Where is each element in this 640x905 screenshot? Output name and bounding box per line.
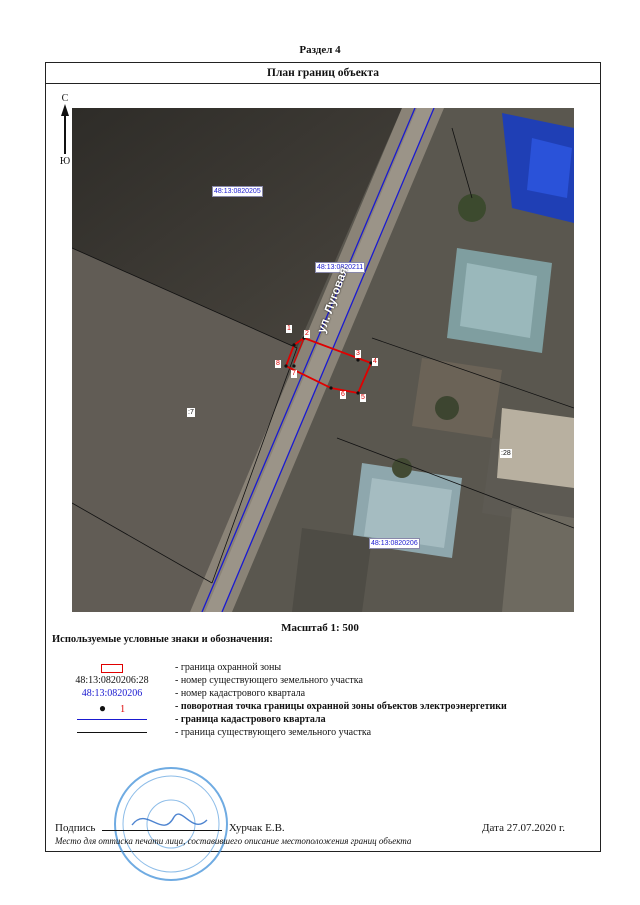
legend-item: 48:13:0820206:28 - номер существующего з…	[75, 675, 363, 686]
point-label: 2	[304, 330, 310, 338]
south-label: Ю	[59, 156, 71, 167]
north-label: С	[61, 93, 69, 104]
north-arrow: С Ю	[58, 94, 72, 172]
quarter-label: 48:13:0820205	[212, 186, 263, 197]
signature-label: Подпись	[55, 822, 96, 834]
legend-item: - граница кадастрового квартала	[52, 714, 592, 727]
point-label: 8	[275, 360, 281, 368]
point-label: 3	[355, 350, 361, 358]
quarter-label: 48:13:0820206	[369, 538, 420, 549]
legend-item: 48:13:0820206 - номер кадастрового кварт…	[81, 688, 306, 699]
section-heading: Раздел 4	[299, 44, 341, 56]
point-label: 6	[340, 391, 346, 399]
arrow-icon	[61, 104, 69, 154]
map-scale: Масштаб 1: 500	[281, 622, 359, 634]
page-title: План границ объекта	[45, 62, 601, 84]
point-label: 4	[372, 358, 378, 366]
legend-item: - граница охранной зоны	[52, 662, 592, 675]
quarter-line-symbol	[77, 719, 147, 721]
point-label: 5	[360, 394, 366, 402]
zone-symbol	[101, 664, 123, 673]
legend-heading: Используемые условные знаки и обозначени…	[52, 634, 273, 645]
parcel-label: :7	[187, 408, 195, 417]
legend-item: - граница существующего земельного участ…	[52, 727, 592, 740]
map-drawing	[72, 108, 574, 612]
signature-date: Дата 27.07.2020 г.	[482, 822, 565, 834]
satellite-map: 48:13:0820205 48:13:0820211 48:13:082020…	[72, 108, 574, 612]
legend: - граница охранной зоны 48:13:0820206:28…	[52, 662, 592, 740]
point-label: 7	[291, 370, 297, 378]
legend-item: ● 1 - поворотная точка границы охранной з…	[98, 701, 507, 715]
stamp-note: Место для оттиска печати лица, составивш…	[55, 836, 412, 846]
point-label: 1	[286, 325, 292, 333]
point-symbol: ●	[98, 701, 107, 715]
parcel-label: :28	[500, 449, 512, 458]
signature-line: Подпись Хурчак Е.В. Дата 27.07.2020 г.	[55, 822, 565, 834]
signer-name: Хурчак Е.В.	[228, 822, 285, 834]
signature-underline	[102, 830, 223, 831]
parcel-line-symbol	[77, 732, 147, 734]
